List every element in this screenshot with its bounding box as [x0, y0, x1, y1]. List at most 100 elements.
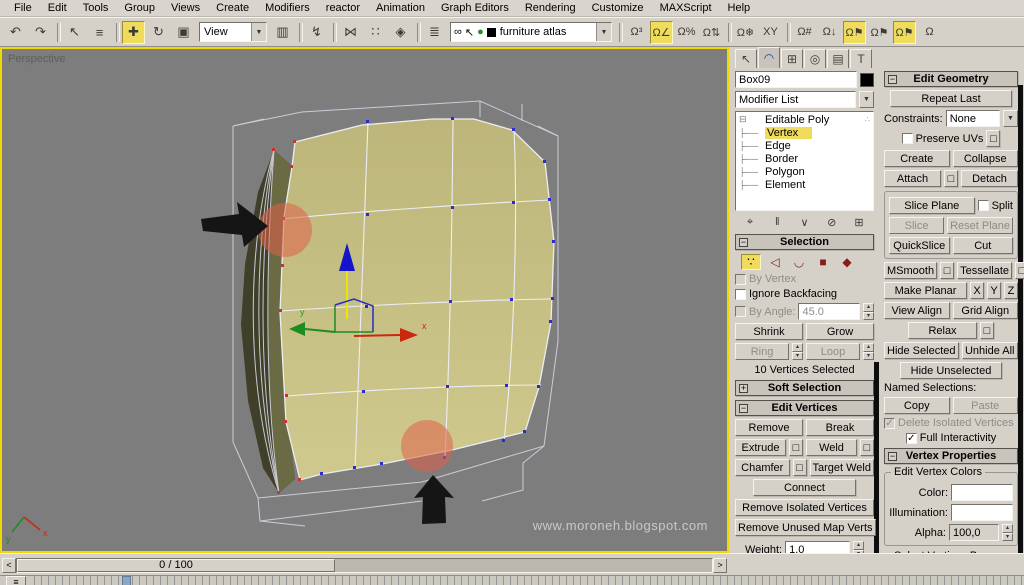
grow-button[interactable]: Grow	[806, 323, 874, 340]
perspective-viewport[interactable]: x y x y www.moroneh.blogspot.com Perspec…	[0, 47, 729, 553]
copy-button[interactable]: Copy	[884, 397, 950, 414]
remove-isolated-vertices-button[interactable]: Remove Isolated Vertices	[735, 499, 874, 516]
menu-item[interactable]: Group	[116, 1, 163, 15]
face-snap-icon[interactable]: Ω⚑	[868, 21, 891, 44]
reset-plane-button[interactable]: Reset Plane	[947, 217, 1013, 234]
track-bar-ruler[interactable]	[34, 576, 1024, 585]
delete-isolated-vertices-checkbox[interactable]	[884, 418, 895, 429]
connect-button[interactable]: Connect	[753, 479, 856, 496]
previous-frame-button[interactable]: <	[2, 558, 16, 573]
stack-subobject-row[interactable]: ├── Element	[736, 178, 873, 191]
tab-create[interactable]: ↖	[735, 49, 757, 68]
menu-item[interactable]: Tools	[75, 1, 117, 15]
weld-settings-button[interactable]: □	[860, 439, 874, 456]
make-unique-icon[interactable]: ∨	[796, 214, 814, 230]
spinner-snap-icon[interactable]: Ω⇅	[700, 21, 723, 44]
midpoint-snap-icon[interactable]: Ω	[918, 21, 941, 44]
tab-utilities[interactable]: T	[850, 49, 872, 68]
stack-row-editable-poly[interactable]: ⊟ Editable Poly ∴	[736, 113, 873, 126]
attach-button[interactable]: Attach	[884, 170, 941, 187]
snap-freeze-icon[interactable]: Ω❄	[734, 21, 757, 44]
relax-button[interactable]: Relax	[908, 322, 977, 339]
menu-item[interactable]: Views	[163, 1, 208, 15]
select-and-move-icon[interactable]: ✚	[122, 21, 145, 44]
edge-subobject-icon[interactable]: ◁	[765, 254, 785, 270]
modifier-list-dropdown[interactable]: Modifier List	[735, 91, 856, 108]
tab-hierarchy[interactable]: ⊞	[781, 49, 803, 68]
tab-motion[interactable]: ◎	[804, 49, 826, 68]
make-planar-button[interactable]: Make Planar	[884, 282, 967, 299]
vertex-color-swatch[interactable]	[951, 484, 1013, 501]
repeat-last-button[interactable]: Repeat Last	[890, 90, 1012, 107]
menu-item[interactable]: Help	[720, 1, 759, 15]
attach-settings-button[interactable]: □	[944, 170, 958, 187]
hide-unselected-button[interactable]: Hide Unselected	[900, 362, 1002, 379]
use-pivot-point-center-icon[interactable]: ▥	[271, 21, 294, 44]
preserve-uvs-checkbox[interactable]	[902, 133, 913, 144]
make-planar-x-button[interactable]: X	[970, 282, 984, 299]
stack-subobject-row[interactable]: ├── Polygon	[736, 165, 873, 178]
stack-subobject-row[interactable]: ├── Border	[736, 152, 873, 165]
by-angle-checkbox[interactable]	[735, 306, 746, 317]
menu-item[interactable]: Modifiers	[257, 1, 318, 15]
chamfer-button[interactable]: Chamfer	[735, 459, 790, 476]
toolbar-separator[interactable]	[113, 21, 120, 44]
menu-item[interactable]: Edit	[40, 1, 75, 15]
redo-icon[interactable]: ↷	[29, 21, 52, 44]
by-vertex-checkbox[interactable]	[735, 274, 746, 285]
msmooth-settings-button[interactable]: □	[940, 262, 954, 279]
select-and-manipulate-icon[interactable]: ↯	[305, 21, 328, 44]
menu-item[interactable]: File	[6, 1, 40, 15]
mini-curve-editor-button[interactable]: ≡	[6, 576, 26, 585]
tab-modify[interactable]: ◠	[758, 47, 780, 68]
menu-item[interactable]: reactor	[318, 1, 368, 15]
select-and-rotate-icon[interactable]: ↻	[147, 21, 170, 44]
vertex-snap-icon[interactable]: Ω↓	[818, 21, 841, 44]
grid-snap-icon[interactable]: Ω#	[793, 21, 816, 44]
layer-manager-icon[interactable]: ≣	[423, 21, 446, 44]
stack-subobject-row[interactable]: ├── Vertex	[736, 126, 873, 139]
array-icon[interactable]: ∷	[364, 21, 387, 44]
time-slider-track[interactable]: 0 / 100	[16, 558, 713, 573]
split-checkbox[interactable]	[978, 200, 989, 211]
select-and-scale-icon[interactable]: ▣	[172, 21, 195, 44]
tessellate-settings-button[interactable]: □	[1015, 262, 1024, 279]
edit-vertices-rollout-header[interactable]: − Edit Vertices	[735, 400, 874, 416]
full-interactivity-checkbox[interactable]	[906, 433, 917, 444]
hide-selected-button[interactable]: Hide Selected	[884, 342, 959, 359]
extrude-button[interactable]: Extrude	[735, 439, 786, 456]
pin-stack-icon[interactable]: ⌖	[741, 214, 759, 230]
show-end-result-icon[interactable]: ‖	[768, 214, 786, 230]
toolbar-separator[interactable]	[296, 21, 303, 44]
configure-modifier-sets-icon[interactable]: ⊞	[850, 214, 868, 230]
endpoint-snap-icon[interactable]: Ω⚑	[893, 21, 916, 44]
break-button[interactable]: Break	[806, 419, 874, 436]
menu-item[interactable]: Graph Editors	[433, 1, 517, 15]
collapse-button[interactable]: Collapse	[953, 150, 1019, 167]
weld-button[interactable]: Weld	[806, 439, 857, 456]
constraints-dropdown[interactable]: None	[946, 110, 1000, 127]
menu-item[interactable]: Create	[208, 1, 257, 15]
next-frame-button[interactable]: >	[713, 558, 727, 573]
view-align-button[interactable]: View Align	[884, 302, 950, 319]
snap-toggle-3d-icon[interactable]: Ω³	[625, 21, 648, 44]
ring-button[interactable]: Ring	[735, 343, 789, 360]
relax-settings-button[interactable]: □	[980, 322, 994, 339]
cut-button[interactable]: Cut	[953, 237, 1014, 254]
loop-spinner[interactable]: ▴▾	[863, 343, 874, 360]
shrink-button[interactable]: Shrink	[735, 323, 803, 340]
msmooth-button[interactable]: MSmooth	[884, 262, 937, 279]
remove-modifier-icon[interactable]: ⊘	[823, 214, 841, 230]
track-bar-handle[interactable]	[122, 576, 131, 585]
axis-constraint-xy-icon[interactable]: XY	[759, 21, 782, 44]
align-icon[interactable]: ◈	[389, 21, 412, 44]
quickslice-button[interactable]: QuickSlice	[889, 237, 950, 254]
element-subobject-icon[interactable]: ◆	[837, 254, 857, 270]
vertex-subobject-icon[interactable]: ∵	[741, 254, 761, 270]
named-selection-sets-dropdown[interactable]: ∞ ↖ ● furniture atlas ▼	[450, 22, 612, 42]
angle-spinner[interactable]: ▴▾	[863, 303, 874, 320]
ring-spinner[interactable]: ▴▾	[792, 343, 803, 360]
extrude-settings-button[interactable]: □	[789, 439, 803, 456]
menu-item[interactable]: MAXScript	[652, 1, 720, 15]
percent-snap-icon[interactable]: Ω%	[675, 21, 698, 44]
